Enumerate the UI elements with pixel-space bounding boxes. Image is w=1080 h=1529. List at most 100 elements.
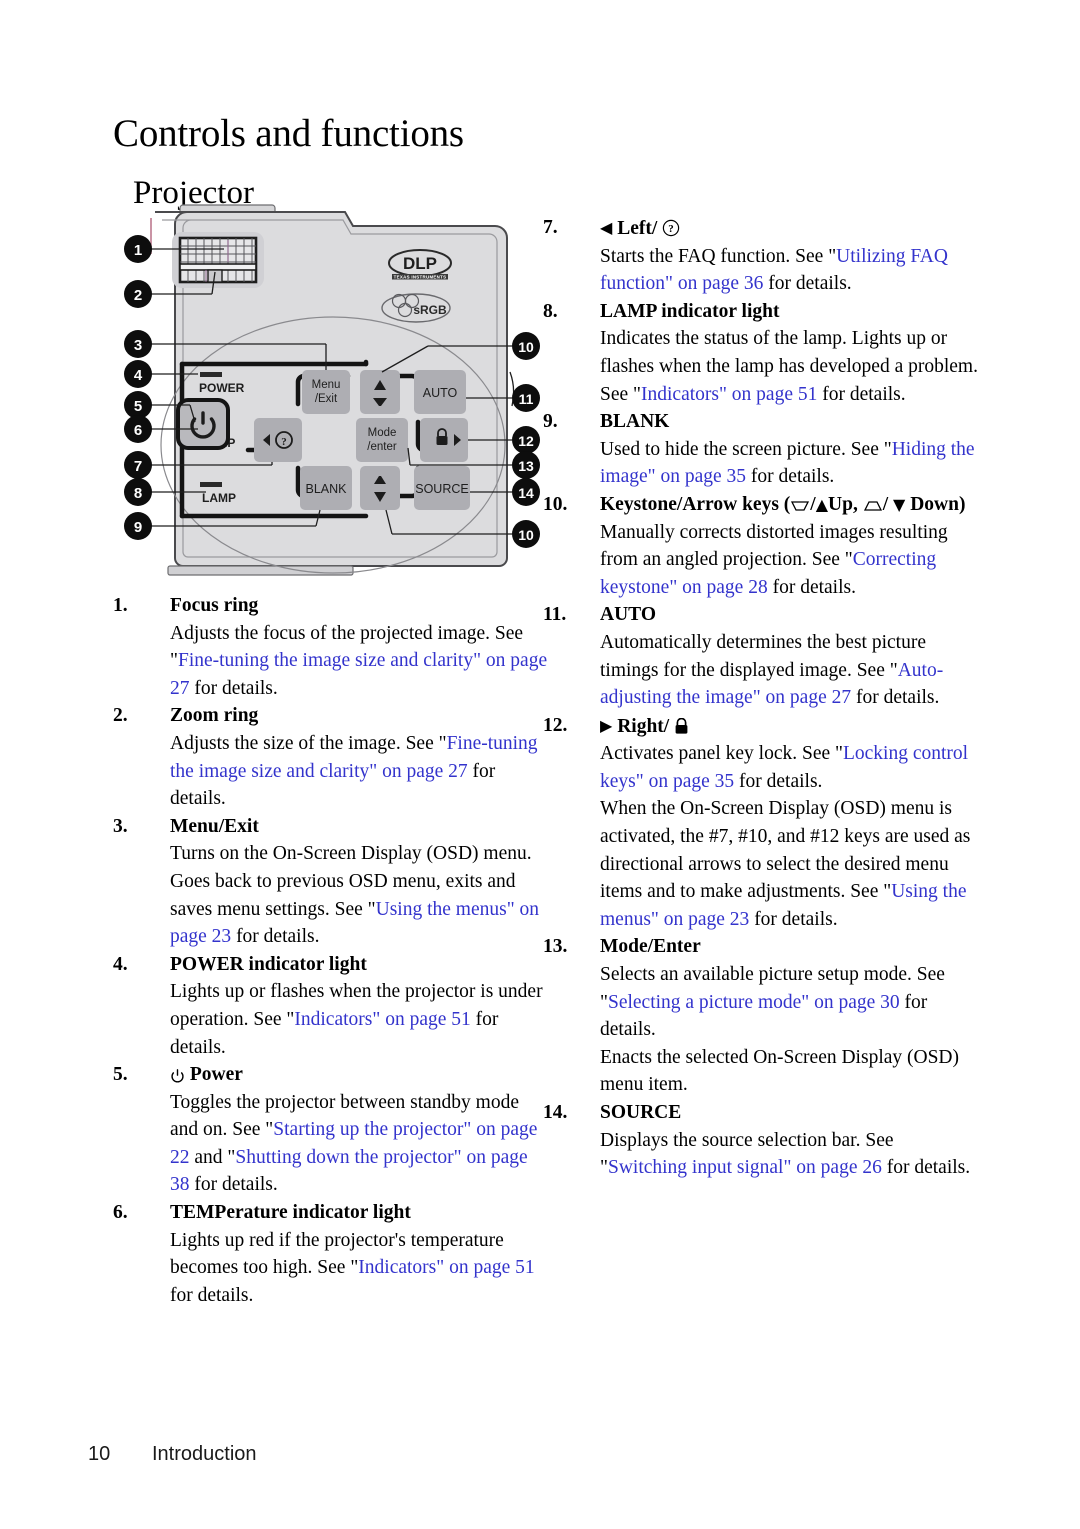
svg-text:Mode: Mode <box>368 427 397 439</box>
callout-10-top: 10 <box>512 332 540 360</box>
svg-text:?: ? <box>668 223 674 235</box>
item-number: 3. <box>113 815 128 837</box>
item-header: POWER indicator light <box>170 953 367 975</box>
callout-5: 5 <box>124 391 152 419</box>
item-number: 9. <box>543 411 558 433</box>
svg-text:Menu: Menu <box>312 379 341 391</box>
item-description: Adjusts the focus of the projected image… <box>170 622 548 699</box>
keystone-wide-bottom-icon <box>863 499 883 513</box>
item-number: 5. <box>113 1064 128 1086</box>
svg-text:10: 10 <box>518 527 534 543</box>
item-header: Power <box>170 1061 550 1089</box>
svg-text:11: 11 <box>519 391 534 407</box>
left-faq-button: ? <box>254 418 302 462</box>
item-description: Adjusts the size of the image. See "Fine… <box>170 732 538 810</box>
list-item-3: 3. Menu/Exit Turns on the On-Screen Disp… <box>113 813 550 951</box>
item-description: Activates panel key lock. See "Locking c… <box>600 743 969 792</box>
svg-text:13: 13 <box>518 458 534 474</box>
item-description: Lights up red if the projector's tempera… <box>170 1229 535 1306</box>
page-footer: 10 Introduction <box>88 1443 257 1466</box>
projector-diagram: DLP TEXAS INSTRUMENTS sRGB POWER LAMP Me… <box>120 200 540 595</box>
blank-button: BLANK <box>300 466 352 510</box>
footer-page-number: 10 <box>88 1443 111 1465</box>
svg-text:7: 7 <box>134 458 142 475</box>
cross-reference-link[interactable]: Indicators" on page 51 <box>358 1257 534 1278</box>
triangle-up-icon: ▲ <box>815 494 829 514</box>
item-number: 1. <box>113 595 128 616</box>
cross-reference-link[interactable]: Switching input signal" on page 26 <box>608 1157 882 1178</box>
page-title: Controls and functions <box>113 112 464 156</box>
mode-enter-button: Mode /enter <box>356 418 408 462</box>
power-button <box>176 398 230 450</box>
list-item-8: 8. LAMP indicator light Indicates the st… <box>543 298 983 408</box>
callouts-right: 10 11 12 13 14 10 <box>512 332 540 548</box>
item-header: Menu/Exit <box>170 815 259 837</box>
item-description: Lights up or flashes when the projector … <box>170 981 543 1058</box>
list-item-6: 6. TEMPerature indicator light Lights up… <box>113 1199 550 1309</box>
svg-text:2: 2 <box>134 287 142 304</box>
callout-7: 7 <box>124 451 152 479</box>
svg-text:5: 5 <box>134 398 142 415</box>
source-button: SOURCE <box>414 466 470 510</box>
svg-text:SOURCE: SOURCE <box>415 482 468 496</box>
item-number: 8. <box>543 300 558 322</box>
item-header: Zoom ring <box>170 705 259 727</box>
item-header: Focus ring <box>170 595 259 616</box>
manual-page: Controls and functions Projector DLP TEX… <box>0 0 1080 1529</box>
item-description: Indicates the status of the lamp. Lights… <box>600 328 978 405</box>
svg-text:12: 12 <box>518 433 534 449</box>
callout-1: 1 <box>124 235 152 263</box>
cross-reference-link[interactable]: Selecting a picture mode" on page 30 <box>608 992 900 1013</box>
svg-text:AUTO: AUTO <box>423 386 458 400</box>
item-description: Turns on the On-Screen Display (OSD) men… <box>170 843 540 948</box>
list-item-2: 2. Zoom ring Adjusts the size of the ima… <box>113 702 550 812</box>
svg-text:POWER: POWER <box>199 381 245 395</box>
item-description: Starts the FAQ function. See "Utilizing … <box>600 245 948 295</box>
item-header: Mode/Enter <box>600 936 701 958</box>
callout-13: 13 <box>512 451 540 479</box>
item-header: Keystone/Arrow keys (/▲Up, / ▼ Down) <box>600 493 966 515</box>
svg-text:LAMP: LAMP <box>202 491 236 505</box>
svg-text:BLANK: BLANK <box>306 482 348 496</box>
item-description-secondary: Enacts the selected On-Screen Display (O… <box>600 1046 960 1096</box>
triangle-right-icon: ▶ <box>600 715 613 735</box>
svg-text:4: 4 <box>134 367 143 384</box>
item-number: 10. <box>543 493 568 515</box>
svg-text:TEXAS INSTRUMENTS: TEXAS INSTRUMENTS <box>394 275 447 280</box>
right-text-column: 7. ◀ Left/ ? Starts the FAQ function. Se… <box>543 214 983 1182</box>
item-description: Toggles the projector between standby mo… <box>170 1091 538 1196</box>
question-circle-icon: ? <box>662 219 680 237</box>
list-item-11: 11. AUTO Automatically determines the be… <box>543 601 983 711</box>
callout-8: 8 <box>124 478 152 506</box>
callout-9: 9 <box>124 512 152 540</box>
auto-button: AUTO <box>414 370 466 414</box>
svg-text:6: 6 <box>134 422 142 439</box>
item-header: BLANK <box>600 411 670 433</box>
item-description-secondary: When the On-Screen Display (OSD) menu is… <box>600 798 971 930</box>
list-item-4: 4. POWER indicator light Lights up or fl… <box>113 951 550 1061</box>
cross-reference-link[interactable]: Indicators" on page 51 <box>294 1009 470 1030</box>
list-item-14: 14. SOURCE Displays the source selection… <box>543 1099 983 1182</box>
lens-grille <box>172 232 264 288</box>
list-item-9: 9. BLANK Used to hide the screen picture… <box>543 408 983 491</box>
svg-text:8: 8 <box>134 485 142 502</box>
list-item-10: 10. Keystone/Arrow keys (/▲Up, / ▼ Down)… <box>543 491 983 601</box>
svg-text:DLP: DLP <box>403 254 437 273</box>
item-header: AUTO <box>600 604 656 626</box>
svg-text:10: 10 <box>518 339 534 355</box>
cross-reference-link[interactable]: Indicators" on page 51 <box>641 384 817 405</box>
left-text-column: 1. Focus ring Adjusts the focus of the p… <box>113 592 550 1309</box>
menu-exit-button: Menu /Exit <box>302 370 350 414</box>
triangle-left-icon: ◀ <box>600 218 613 237</box>
callout-2: 2 <box>124 280 152 308</box>
callout-10-bottom: 10 <box>512 520 540 548</box>
callouts-left: 1 2 3 4 5 6 7 8 9 <box>124 235 152 540</box>
item-header: SOURCE <box>600 1102 682 1123</box>
item-number: 11. <box>543 604 567 626</box>
item-description: Selects an available picture setup mode.… <box>600 964 945 1041</box>
item-description: Automatically determines the best pictur… <box>600 631 944 709</box>
item-header: ▶ Right/ <box>600 712 983 741</box>
item-number: 13. <box>543 936 568 958</box>
item-description: Used to hide the screen picture. See "Hi… <box>600 438 975 488</box>
item-description: Manually corrects distorted images resul… <box>600 521 948 598</box>
